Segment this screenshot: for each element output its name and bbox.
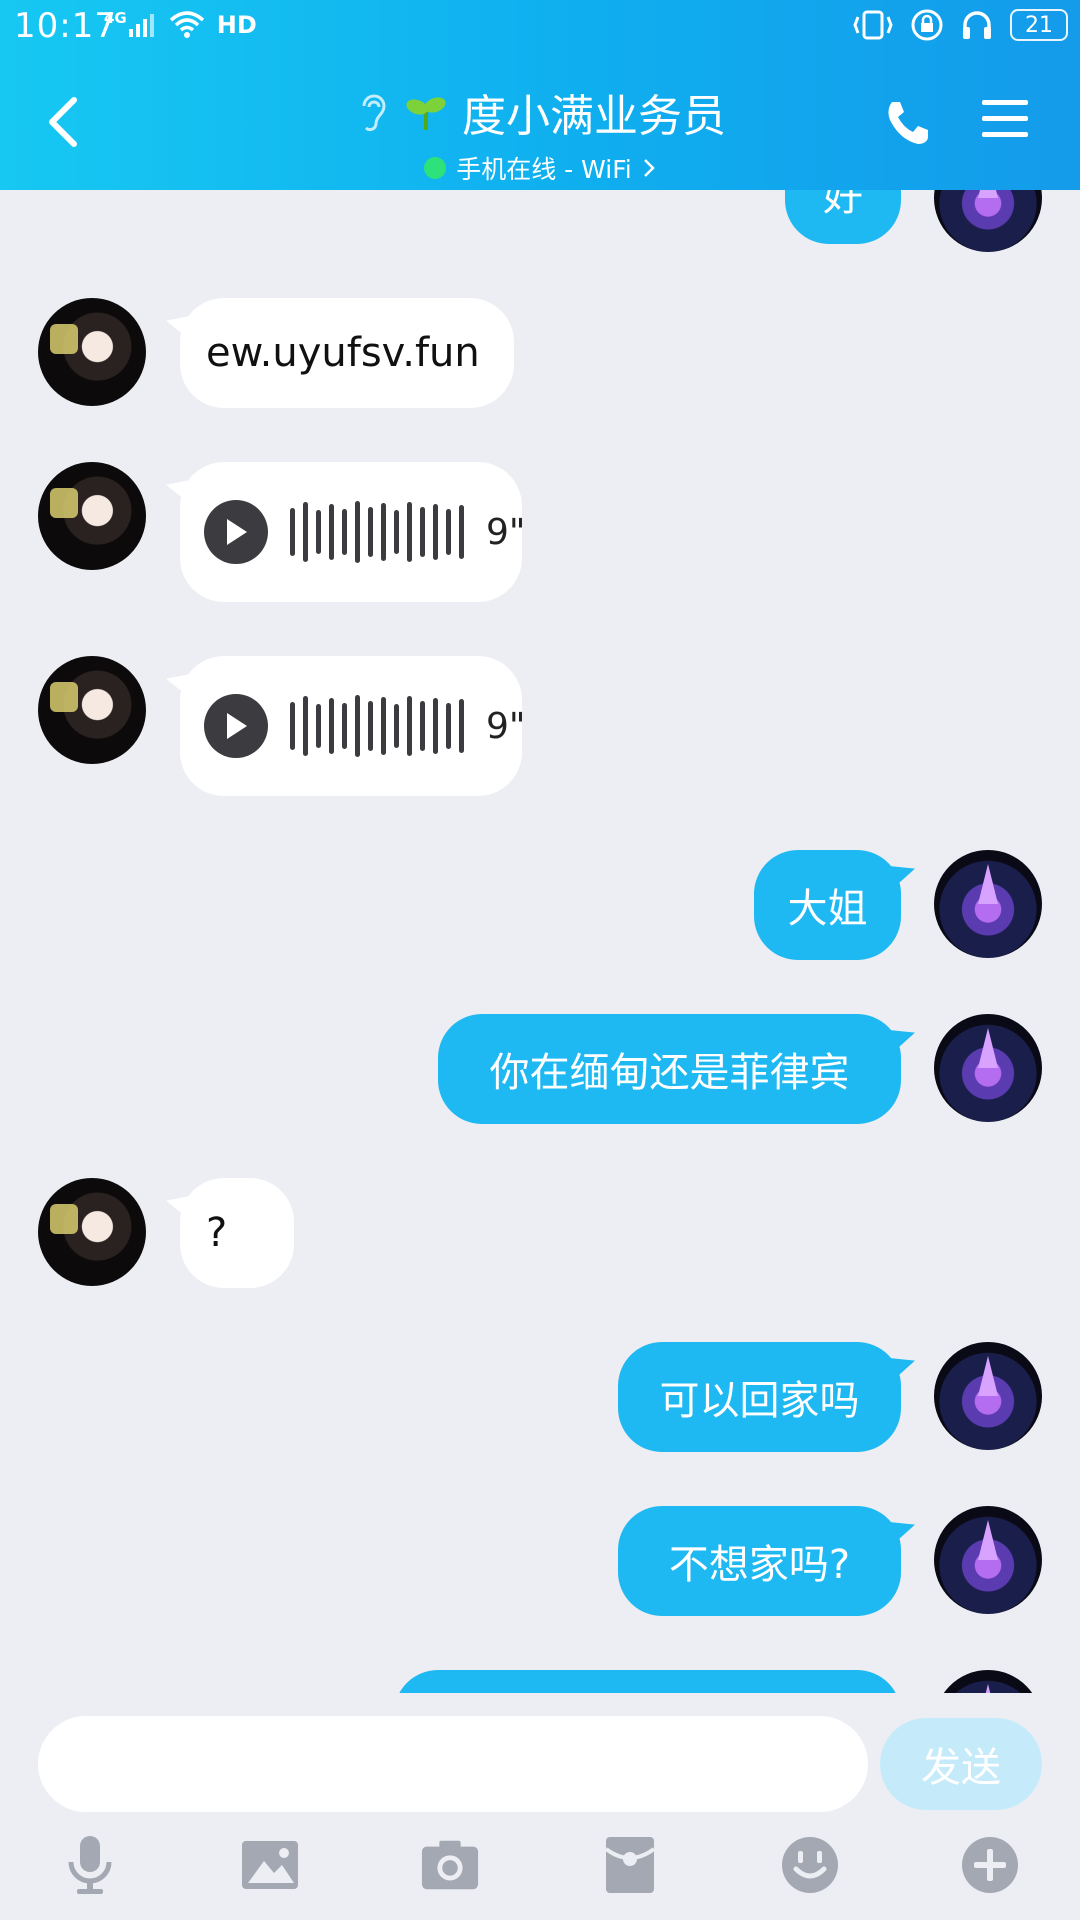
online-dot	[424, 157, 447, 179]
input-toolbar	[0, 1833, 1080, 1913]
image-icon[interactable]	[240, 1833, 300, 1897]
message-text: 你在缅甸还是菲律宾	[489, 1050, 850, 1096]
microphone-icon[interactable]	[60, 1833, 120, 1897]
play-icon[interactable]	[204, 500, 268, 564]
message-text: ?	[206, 1210, 228, 1256]
message-text: 好	[823, 190, 863, 220]
message-list[interactable]: 好 ew.uyufsv.fun 9" 9" 大姐 你在缅甸还是菲律宾 ? 可以回…	[0, 190, 1080, 1693]
composer-bar: 发送	[0, 1693, 1080, 1920]
chat-header: 10:17 4G HD 21 度小满业务员 手机在线 - WiFi	[0, 0, 1080, 190]
my-avatar[interactable]	[934, 1506, 1042, 1614]
my-avatar[interactable]	[934, 850, 1042, 958]
network-indicators: 4G HD	[104, 9, 257, 40]
outgoing-message[interactable]: 好	[785, 190, 901, 244]
my-avatar[interactable]	[934, 1342, 1042, 1450]
wifi-icon	[169, 11, 204, 38]
voice-duration: 9"	[486, 705, 526, 747]
system-indicators: 21	[852, 8, 1068, 42]
contact-avatar[interactable]	[38, 1178, 146, 1286]
chevron-right-icon	[643, 159, 655, 177]
my-avatar[interactable]	[934, 190, 1042, 252]
message-input[interactable]	[38, 1716, 868, 1812]
menu-icon[interactable]	[980, 96, 1030, 142]
ear-icon	[362, 94, 386, 132]
emoji-icon[interactable]	[780, 1833, 840, 1897]
incoming-message[interactable]: ?	[180, 1178, 294, 1288]
contact-avatar[interactable]	[38, 462, 146, 570]
voice-message[interactable]: 9"	[180, 462, 526, 602]
contact-avatar[interactable]	[38, 656, 146, 764]
voice-waveform	[290, 695, 464, 757]
message-text: 大姐	[787, 886, 868, 932]
red-packet-icon[interactable]	[600, 1833, 660, 1897]
outgoing-message[interactable]: 大姐	[754, 850, 901, 960]
status-bar: 10:17 4G HD 21	[0, 0, 1080, 56]
rotation-lock-icon	[911, 9, 943, 41]
voice-message[interactable]: 9"	[180, 656, 526, 796]
sprout-icon	[406, 97, 446, 130]
my-avatar[interactable]	[934, 1014, 1042, 1122]
play-icon[interactable]	[204, 694, 268, 758]
outgoing-message[interactable]: 可以回家吗	[618, 1342, 901, 1452]
camera-icon[interactable]	[420, 1833, 480, 1897]
voice-waveform	[290, 501, 464, 563]
headphones-icon	[963, 11, 991, 39]
signal-icon	[128, 14, 154, 37]
message-text: ew.uyufsv.fun	[206, 330, 480, 376]
plus-icon[interactable]	[960, 1833, 1020, 1897]
message-text: 不想家吗?	[668, 1542, 851, 1588]
outgoing-message[interactable]: 不想家吗?	[618, 1506, 901, 1616]
contact-name: 度小满业务员	[462, 91, 726, 142]
send-button[interactable]: 发送	[880, 1718, 1042, 1810]
battery-indicator: 21	[1010, 9, 1068, 41]
network-type: 4G	[104, 9, 127, 27]
my-avatar[interactable]	[934, 1670, 1042, 1693]
incoming-message[interactable]: ew.uyufsv.fun	[180, 298, 514, 408]
message-text: 可以回家吗	[659, 1378, 860, 1424]
phone-icon[interactable]	[880, 96, 934, 150]
voice-duration: 9"	[486, 511, 526, 553]
hd-badge: HD	[216, 11, 257, 39]
outgoing-message[interactable]: 你在缅甸还是菲律宾	[438, 1014, 901, 1124]
online-status-text: 手机在线 - WiFi	[456, 155, 632, 184]
online-status[interactable]: 手机在线 - WiFi	[0, 150, 1080, 186]
outgoing-message[interactable]	[394, 1670, 901, 1693]
vibrate-icon	[853, 10, 893, 40]
status-time: 10:17	[14, 6, 117, 46]
contact-avatar[interactable]	[38, 298, 146, 406]
